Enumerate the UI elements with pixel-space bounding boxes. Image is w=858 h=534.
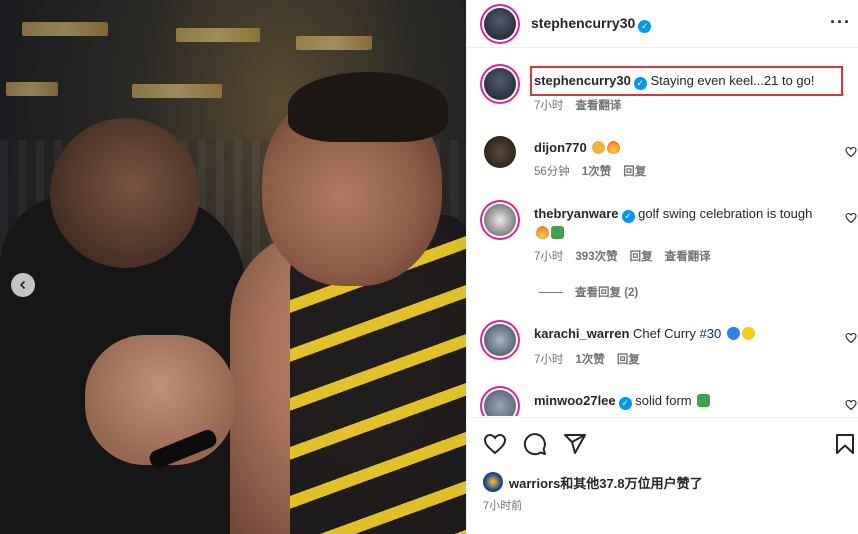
reply-button[interactable]: 回复 <box>623 166 646 178</box>
reply-button[interactable]: 回复 <box>617 354 640 366</box>
player-hair <box>288 72 448 142</box>
golf-emoji-icon <box>697 394 711 407</box>
post-image[interactable] <box>0 0 466 534</box>
comment-text: karachi_warren Chef Curry #30 <box>534 324 827 343</box>
heart-icon[interactable] <box>845 146 857 158</box>
carousel-prev-button[interactable] <box>11 273 35 297</box>
list-item: dijon770 56分钟 1次赞 回复 <box>467 130 858 180</box>
heart-icon[interactable] <box>483 432 507 456</box>
share-icon[interactable] <box>563 432 587 456</box>
verified-icon: ✓ <box>621 210 635 223</box>
more-icon[interactable]: ··· <box>830 12 851 33</box>
comment-time: 56分钟 <box>534 166 570 178</box>
arena-banner <box>296 36 372 50</box>
chevron-left-icon <box>19 280 26 290</box>
fire-emoji-icon <box>536 226 549 239</box>
comment-meta: 7小时 393次赞 回复 查看翻译 <box>534 248 723 264</box>
translate-link[interactable]: 查看翻译 <box>575 100 621 112</box>
comment-icon[interactable] <box>523 432 547 456</box>
warriors-avatar[interactable] <box>483 472 503 492</box>
clap-emoji-icon <box>592 141 606 154</box>
post-header: stephencurry30 ✓ ··· <box>467 0 858 48</box>
fire-emoji-icon <box>607 141 621 154</box>
avatar[interactable] <box>484 136 516 168</box>
comments-list: stephencurry30 ✓ Staying even keel...21 t… <box>467 56 858 416</box>
arena-banner <box>22 22 108 36</box>
comment-username[interactable]: dijon770 <box>534 140 587 155</box>
heart-icon[interactable] <box>845 399 857 411</box>
caption-time: 7小时 <box>534 100 564 112</box>
comment-body: Chef Curry <box>633 326 700 341</box>
comment-text: thebryanware ✓ golf swing celebration is … <box>534 204 827 242</box>
comment-body: solid form <box>635 393 692 408</box>
author-avatar[interactable] <box>484 8 516 40</box>
post-panel: stephencurry30 ✓ ··· stephencurry30 ✓ Stay… <box>466 0 858 534</box>
view-replies-row[interactable]: 查看回复 (2) <box>539 284 650 300</box>
reply-button[interactable]: 回复 <box>630 251 653 263</box>
author-username[interactable]: stephencurry30 ✓ <box>531 15 652 33</box>
caption-username[interactable]: stephencurry30 <box>534 73 631 88</box>
view-replies-button[interactable]: 查看回复 (2) <box>575 287 638 299</box>
verified-icon: ✓ <box>633 77 647 90</box>
action-bar <box>467 417 858 467</box>
caption-body: Staying even keel...21 to go! <box>650 73 815 88</box>
comment-body: golf swing celebration is tough <box>638 206 813 221</box>
comment-likes[interactable]: 393次赞 <box>575 251 617 263</box>
comment-username[interactable]: karachi_warren <box>534 326 629 341</box>
list-item: karachi_warren Chef Curry #30 7小时 1次赞 回复 <box>467 318 858 374</box>
list-item: minwoo27lee ✓ solid form <box>467 386 858 416</box>
author-avatar[interactable] <box>484 68 516 100</box>
caption-text: stephencurry30 ✓ Staying even keel...21 t… <box>534 71 827 90</box>
list-item: thebryanware ✓ golf swing celebration is … <box>467 198 858 308</box>
translate-link[interactable]: 查看翻译 <box>665 251 711 263</box>
heart-icon[interactable] <box>845 212 857 224</box>
comment-meta: 7小时 1次赞 回复 <box>534 351 652 367</box>
blue-heart-emoji-icon <box>726 327 740 340</box>
avatar[interactable] <box>484 204 516 236</box>
likes-text[interactable]: warriors和其他37.8万位用户赞了 <box>509 473 703 492</box>
arena-banner <box>176 28 260 42</box>
arena-banner <box>6 82 58 96</box>
comment-likes[interactable]: 1次赞 <box>582 166 611 178</box>
avatar[interactable] <box>484 324 516 356</box>
hashtag-link[interactable]: #30 <box>700 326 722 341</box>
arena-banner <box>132 84 222 98</box>
comment-text: minwoo27lee ✓ solid form <box>534 391 827 410</box>
comment-username[interactable]: thebryanware <box>534 206 619 221</box>
yellow-heart-emoji-icon <box>741 327 755 340</box>
replies-divider <box>539 292 563 294</box>
comment-username[interactable]: minwoo27lee <box>534 393 616 408</box>
post-time: 7小时前 <box>483 500 523 512</box>
comment-meta: 56分钟 1次赞 回复 <box>534 163 658 179</box>
verified-icon: ✓ <box>638 20 652 33</box>
bookmark-icon[interactable] <box>833 432 857 456</box>
coach-head <box>50 118 200 268</box>
caption-item: stephencurry30 ✓ Staying even keel...21 t… <box>467 56 858 116</box>
comment-time: 7小时 <box>534 251 564 263</box>
likes-summary[interactable]: warriors和其他37.8万位用户赞了 <box>483 472 703 492</box>
comment-text: dijon770 <box>534 138 827 157</box>
comment-time: 7小时 <box>534 354 564 366</box>
comment-likes[interactable]: 1次赞 <box>575 354 604 366</box>
golf-emoji-icon <box>551 226 564 239</box>
avatar[interactable] <box>484 390 516 416</box>
caption-meta: 7小时 查看翻译 <box>534 97 633 113</box>
verified-icon: ✓ <box>618 397 632 410</box>
heart-icon[interactable] <box>845 332 857 344</box>
